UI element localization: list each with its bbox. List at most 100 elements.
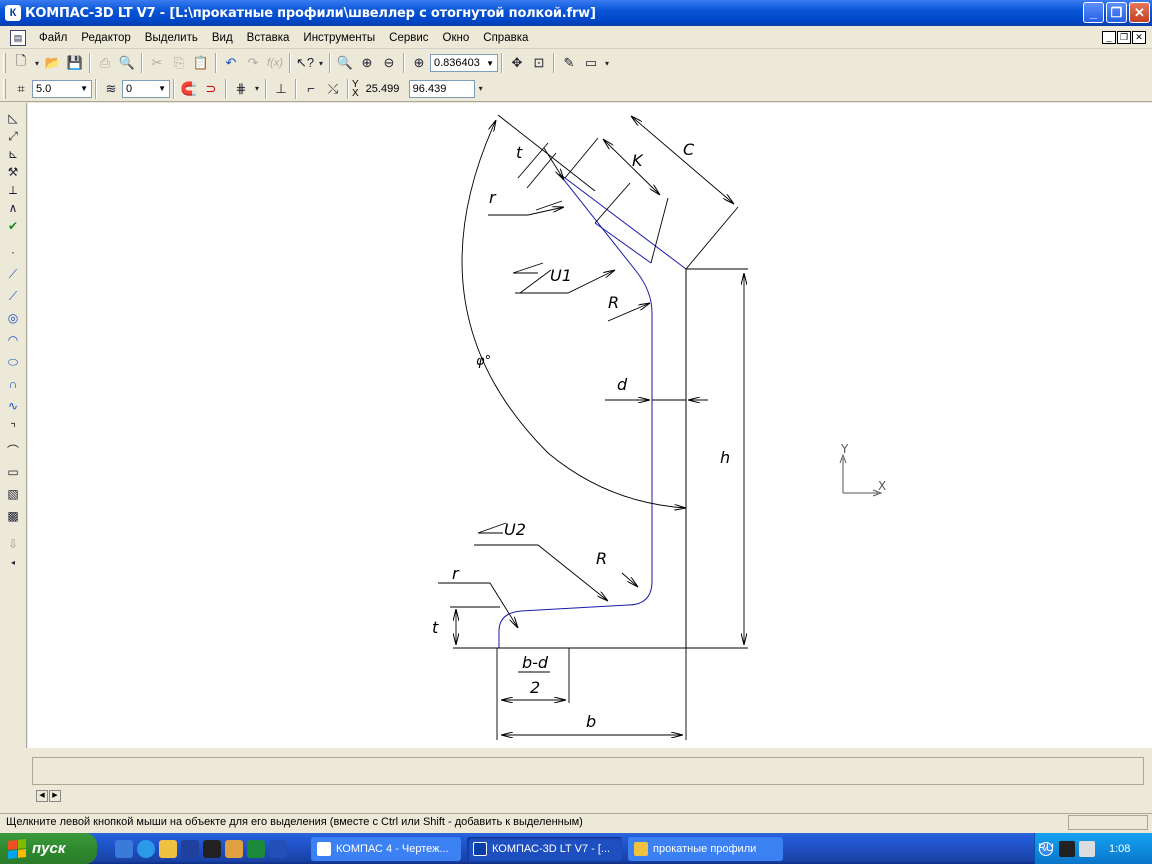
- auxiliary-line-icon[interactable]: ⟋: [4, 265, 22, 283]
- macro-icon[interactable]: ⇩: [4, 535, 22, 553]
- start-button[interactable]: пуск: [0, 833, 97, 864]
- zoom-combobox[interactable]: 0.836403 ▼: [430, 54, 498, 72]
- grid-icon[interactable]: ⋕: [230, 78, 252, 100]
- menu-window[interactable]: Окно: [436, 32, 477, 44]
- spline-icon[interactable]: ∿: [4, 397, 22, 415]
- chamfer-icon[interactable]: ⌝: [4, 419, 22, 437]
- dimension-c[interactable]: [497, 114, 739, 270]
- ie-settings-icon[interactable]: [115, 839, 133, 858]
- doc-minimize-button[interactable]: _: [1102, 31, 1116, 44]
- rectangle-icon[interactable]: ▭: [4, 463, 22, 481]
- copy-icon[interactable]: ⎘: [168, 52, 190, 74]
- cut-icon[interactable]: ✂: [146, 52, 168, 74]
- menu-help[interactable]: Справка: [476, 32, 535, 44]
- minimize-button[interactable]: _: [1083, 2, 1104, 23]
- menu-select[interactable]: Выделить: [138, 32, 205, 44]
- snap-magnet-icon[interactable]: 🧲: [178, 78, 200, 100]
- point-icon[interactable]: ·: [4, 243, 22, 261]
- coord-y-field[interactable]: 96.439: [408, 79, 475, 98]
- folder-icon[interactable]: [159, 839, 177, 858]
- tray-app-icon[interactable]: [1059, 840, 1075, 857]
- zoom-in-icon[interactable]: ⊕: [356, 52, 378, 74]
- doc-restore-button[interactable]: ❐: [1117, 31, 1131, 44]
- help-dropdown-arrow-icon[interactable]: ▾: [316, 52, 326, 74]
- display-dropdown-arrow-icon[interactable]: ▾: [602, 52, 612, 74]
- redo-icon[interactable]: ↷: [242, 52, 264, 74]
- drawing-svg[interactable]: t K C r U1 R φ° d h U2 R r t b-d 2 b Y X: [28, 103, 1152, 748]
- task-kompas-lt[interactable]: КОМПАС-3D LT V7 - [...: [467, 836, 622, 861]
- print-preview-icon[interactable]: 🔍: [116, 52, 138, 74]
- zoom-to-fit-icon[interactable]: ⊡: [528, 52, 550, 74]
- menu-tools[interactable]: Инструменты: [296, 32, 382, 44]
- menu-insert[interactable]: Вставка: [240, 32, 297, 44]
- paste-icon[interactable]: 📋: [190, 52, 212, 74]
- layer-icon[interactable]: ≋: [100, 78, 122, 100]
- task-folder[interactable]: прокатные профили: [628, 836, 783, 861]
- local-snap-icon[interactable]: ⊃: [200, 78, 222, 100]
- drawing-canvas[interactable]: t K C r U1 R φ° d h U2 R r t b-d 2 b Y X: [28, 103, 1152, 748]
- doc-close-button[interactable]: ✕: [1132, 31, 1146, 44]
- chevron-down-icon[interactable]: ▼: [486, 59, 494, 68]
- local-cs-icon[interactable]: ⊥: [270, 78, 292, 100]
- fillet-icon[interactable]: ⌒: [4, 441, 22, 459]
- maximize-button[interactable]: ❐: [1106, 2, 1127, 23]
- new-dropdown-arrow-icon[interactable]: ▾: [32, 52, 42, 74]
- print-icon[interactable]: ⎙: [94, 52, 116, 74]
- clock[interactable]: 1:08: [1109, 843, 1130, 855]
- toolbar-grip[interactable]: [3, 53, 6, 73]
- hatch-icon[interactable]: ▧: [4, 485, 22, 503]
- task-kompas4[interactable]: КОМПАС 4 - Чертеж...: [311, 836, 461, 861]
- calculator-icon[interactable]: [181, 839, 199, 858]
- pan-icon[interactable]: ✥: [506, 52, 528, 74]
- symbols-panel-icon[interactable]: ⊾: [4, 145, 22, 163]
- undo-icon[interactable]: ↶: [220, 52, 242, 74]
- scroll-right-icon[interactable]: ▶: [49, 790, 61, 802]
- scroll-down-icon[interactable]: ◂: [4, 553, 22, 571]
- ellipse-icon[interactable]: ⬭: [4, 353, 22, 371]
- language-indicator[interactable]: RU: [1038, 842, 1054, 854]
- document-icon[interactable]: ▤: [10, 29, 26, 46]
- chevron-down-icon[interactable]: ▼: [80, 84, 88, 93]
- regenerate-icon[interactable]: ✎: [558, 52, 580, 74]
- dimensions-panel-icon[interactable]: ⤢: [4, 127, 22, 145]
- tray-printer-icon[interactable]: [1079, 840, 1095, 857]
- arc-icon[interactable]: ◠: [4, 331, 22, 349]
- display-settings-icon[interactable]: ▭: [580, 52, 602, 74]
- menu-service[interactable]: Сервис: [382, 32, 435, 44]
- scroll-left-icon[interactable]: ◀: [36, 790, 48, 802]
- polyline-icon[interactable]: ∩: [4, 375, 22, 393]
- ortho-mode-icon[interactable]: ⌐: [300, 78, 322, 100]
- tool-icon[interactable]: [225, 839, 243, 858]
- zoom-out-icon[interactable]: ⊖: [378, 52, 400, 74]
- excel-icon[interactable]: [247, 839, 265, 858]
- close-button[interactable]: ✕: [1129, 2, 1150, 23]
- cursor-step-icon[interactable]: ⌗: [10, 78, 32, 100]
- zoom-window-icon[interactable]: 🔍: [334, 52, 356, 74]
- chevron-down-icon[interactable]: ▼: [158, 84, 166, 93]
- property-field[interactable]: [32, 757, 1144, 785]
- open-folder-icon[interactable]: 📂: [42, 52, 64, 74]
- menu-edit[interactable]: Редактор: [74, 32, 138, 44]
- grid-dropdown-arrow-icon[interactable]: ▾: [252, 78, 262, 100]
- toolbar-grip[interactable]: [3, 78, 6, 99]
- edit-panel-icon[interactable]: ⚒: [4, 163, 22, 181]
- new-document-icon[interactable]: 🗋: [10, 52, 32, 74]
- dimension-t-top[interactable]: [517, 142, 564, 189]
- save-icon[interactable]: 💾: [64, 52, 86, 74]
- menu-view[interactable]: Вид: [205, 32, 240, 44]
- function-icon[interactable]: f(x): [264, 52, 286, 74]
- layer-combobox[interactable]: 0 ▼: [122, 79, 170, 98]
- measure-panel-icon[interactable]: ∧: [4, 199, 22, 217]
- contour-icon[interactable]: ▩: [4, 507, 22, 525]
- channel-profile[interactable]: [498, 174, 687, 648]
- zoom-scale-icon[interactable]: ⊕: [408, 52, 430, 74]
- step-combobox[interactable]: 5.0 ▼: [32, 79, 92, 98]
- kompas-logo-icon[interactable]: К: [5, 5, 21, 21]
- geometry-panel-icon[interactable]: ◺: [4, 109, 22, 127]
- select-panel-icon[interactable]: ✔: [4, 217, 22, 235]
- parametric-mode-icon[interactable]: ⤯: [322, 78, 344, 100]
- parametrization-panel-icon[interactable]: ⟂: [4, 181, 22, 199]
- kompas-quick-icon[interactable]: [203, 839, 221, 858]
- context-help-icon[interactable]: ↖?: [294, 52, 316, 74]
- internet-explorer-icon[interactable]: [137, 839, 155, 858]
